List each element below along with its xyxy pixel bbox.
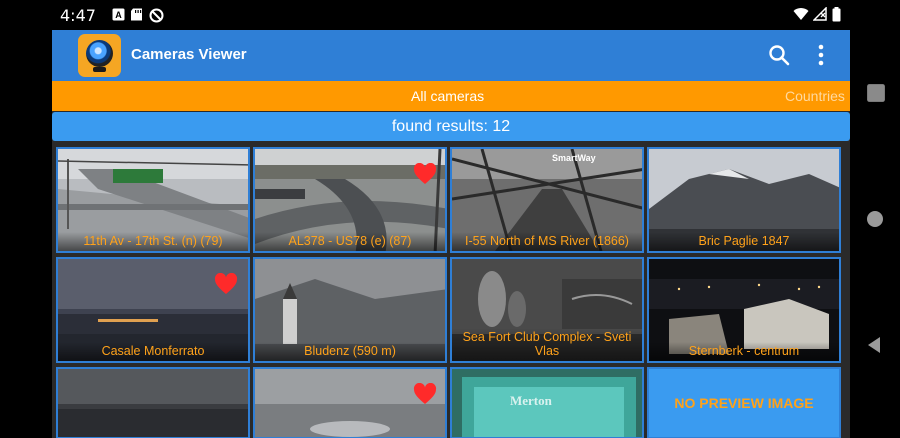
camera-tile[interactable] xyxy=(253,367,447,438)
app-window: Cameras Viewer All cameras Countries fou… xyxy=(52,30,850,438)
camera-tile[interactable]: Sea Fort Club Complex - Sveti Vlas xyxy=(450,257,644,363)
camera-tile[interactable]: Sternberk - centrum xyxy=(647,257,841,363)
camera-tile-no-preview[interactable]: NO PREVIEW IMAGE xyxy=(647,367,841,438)
home-button[interactable] xyxy=(865,209,885,229)
camera-tile[interactable]: Bric Paglie 1847 xyxy=(647,147,841,253)
wifi-icon xyxy=(793,8,809,20)
camera-caption: Casale Monferrato xyxy=(58,342,248,361)
sim-notification-icon: A xyxy=(112,8,125,21)
camera-caption: Sternberk - centrum xyxy=(649,342,839,361)
svg-text:A: A xyxy=(115,10,122,20)
phone-screen: 4:47 A Cameras Viewer All cameras Countr… xyxy=(0,0,900,438)
favorite-heart-icon[interactable] xyxy=(413,163,437,185)
status-time: 4:47 xyxy=(60,6,96,25)
app-title: Cameras Viewer xyxy=(131,46,247,63)
camera-lens-icon xyxy=(86,40,113,67)
camera-caption: Bludenz (590 m) xyxy=(255,342,445,361)
favorite-heart-icon[interactable] xyxy=(214,273,238,295)
search-icon[interactable] xyxy=(768,44,790,66)
recents-button[interactable] xyxy=(866,83,886,103)
status-bar: 4:47 A xyxy=(0,0,900,30)
sd-card-icon xyxy=(131,8,142,21)
no-preview-label: NO PREVIEW IMAGE xyxy=(674,395,814,411)
merton-watermark: Merton xyxy=(510,393,552,408)
tab-countries[interactable]: Countries xyxy=(785,88,845,104)
tab-bar: All cameras Countries xyxy=(52,81,850,111)
camera-preview xyxy=(58,369,248,437)
app-logo-icon xyxy=(78,34,121,77)
battery-icon xyxy=(832,7,841,22)
camera-grid: 11th Av - 17th St. (n) (79) AL378 - US78… xyxy=(56,147,846,438)
camera-tile[interactable] xyxy=(56,367,250,438)
app-bar: Cameras Viewer xyxy=(52,30,850,81)
signal-icon xyxy=(813,7,827,21)
smartway-watermark: SmartWay xyxy=(552,153,596,163)
camera-tile[interactable]: 11th Av - 17th St. (n) (79) xyxy=(56,147,250,253)
tab-all-cameras[interactable]: All cameras xyxy=(411,88,484,104)
favorite-heart-icon[interactable] xyxy=(413,383,437,405)
camera-tile[interactable]: SmartWay I-55 North of MS River (1866) xyxy=(450,147,644,253)
camera-caption: 11th Av - 17th St. (n) (79) xyxy=(58,232,248,251)
camera-caption: AL378 - US78 (e) (87) xyxy=(255,232,445,251)
camera-caption: Bric Paglie 1847 xyxy=(649,232,839,251)
camera-caption: I-55 North of MS River (1866) xyxy=(452,232,642,251)
more-options-icon[interactable] xyxy=(817,43,825,67)
navigation-bar xyxy=(850,0,900,438)
camera-tile[interactable]: Merton xyxy=(450,367,644,438)
data-saver-icon xyxy=(149,8,164,23)
camera-tile[interactable]: Casale Monferrato xyxy=(56,257,250,363)
camera-tile[interactable]: Bludenz (590 m) xyxy=(253,257,447,363)
camera-stand xyxy=(93,67,106,72)
camera-tile[interactable]: AL378 - US78 (e) (87) xyxy=(253,147,447,253)
back-button[interactable] xyxy=(865,335,885,355)
results-count: found results: 12 xyxy=(52,112,850,141)
camera-caption: Sea Fort Club Complex - Sveti Vlas xyxy=(452,328,642,361)
